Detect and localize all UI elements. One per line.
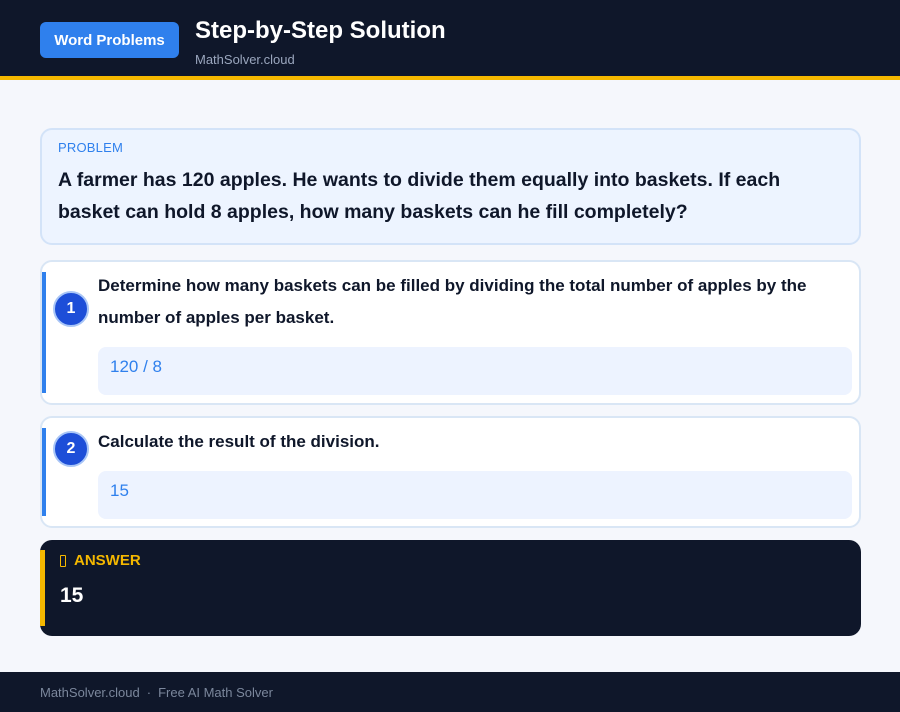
footer-tagline: Free AI Math Solver <box>158 684 273 700</box>
problem-label: PROBLEM <box>58 140 123 155</box>
header-bar: Word Problems Step-by-Step Solution Math… <box>0 0 900 80</box>
lightbulb-icon <box>60 554 66 567</box>
step-calculation: 120 / 8 <box>98 347 852 395</box>
answer-accent-bar <box>40 550 45 626</box>
step-calculation: 15 <box>98 471 852 519</box>
answer-card: ANSWER 15 <box>40 540 861 636</box>
problem-card: PROBLEM A farmer has 120 apples. He want… <box>40 128 861 245</box>
answer-value: 15 <box>60 584 84 607</box>
answer-label: ANSWER <box>74 552 141 569</box>
answer-label-row: ANSWER <box>60 552 141 569</box>
footer-bar: MathSolver.cloud · Free AI Math Solver <box>0 672 900 712</box>
site-name: MathSolver.cloud <box>195 52 295 67</box>
step-accent-bar <box>42 272 46 393</box>
footer-site-link[interactable]: MathSolver.cloud <box>40 685 140 700</box>
step-description: Calculate the result of the division. <box>98 432 380 451</box>
problem-text: A farmer has 120 apples. He wants to div… <box>58 169 781 223</box>
step-number-badge: 1 <box>53 291 89 327</box>
step-card-2: 2 Calculate the result of the division. … <box>40 416 861 528</box>
category-badge[interactable]: Word Problems <box>40 22 179 58</box>
footer-separator: · <box>146 684 152 700</box>
step-number-badge: 2 <box>53 431 89 467</box>
page-title: Step-by-Step Solution <box>195 17 446 44</box>
step-card-1: 1 Determine how many baskets can be fill… <box>40 260 861 405</box>
step-accent-bar <box>42 428 46 516</box>
step-description: Determine how many baskets can be filled… <box>98 276 807 327</box>
